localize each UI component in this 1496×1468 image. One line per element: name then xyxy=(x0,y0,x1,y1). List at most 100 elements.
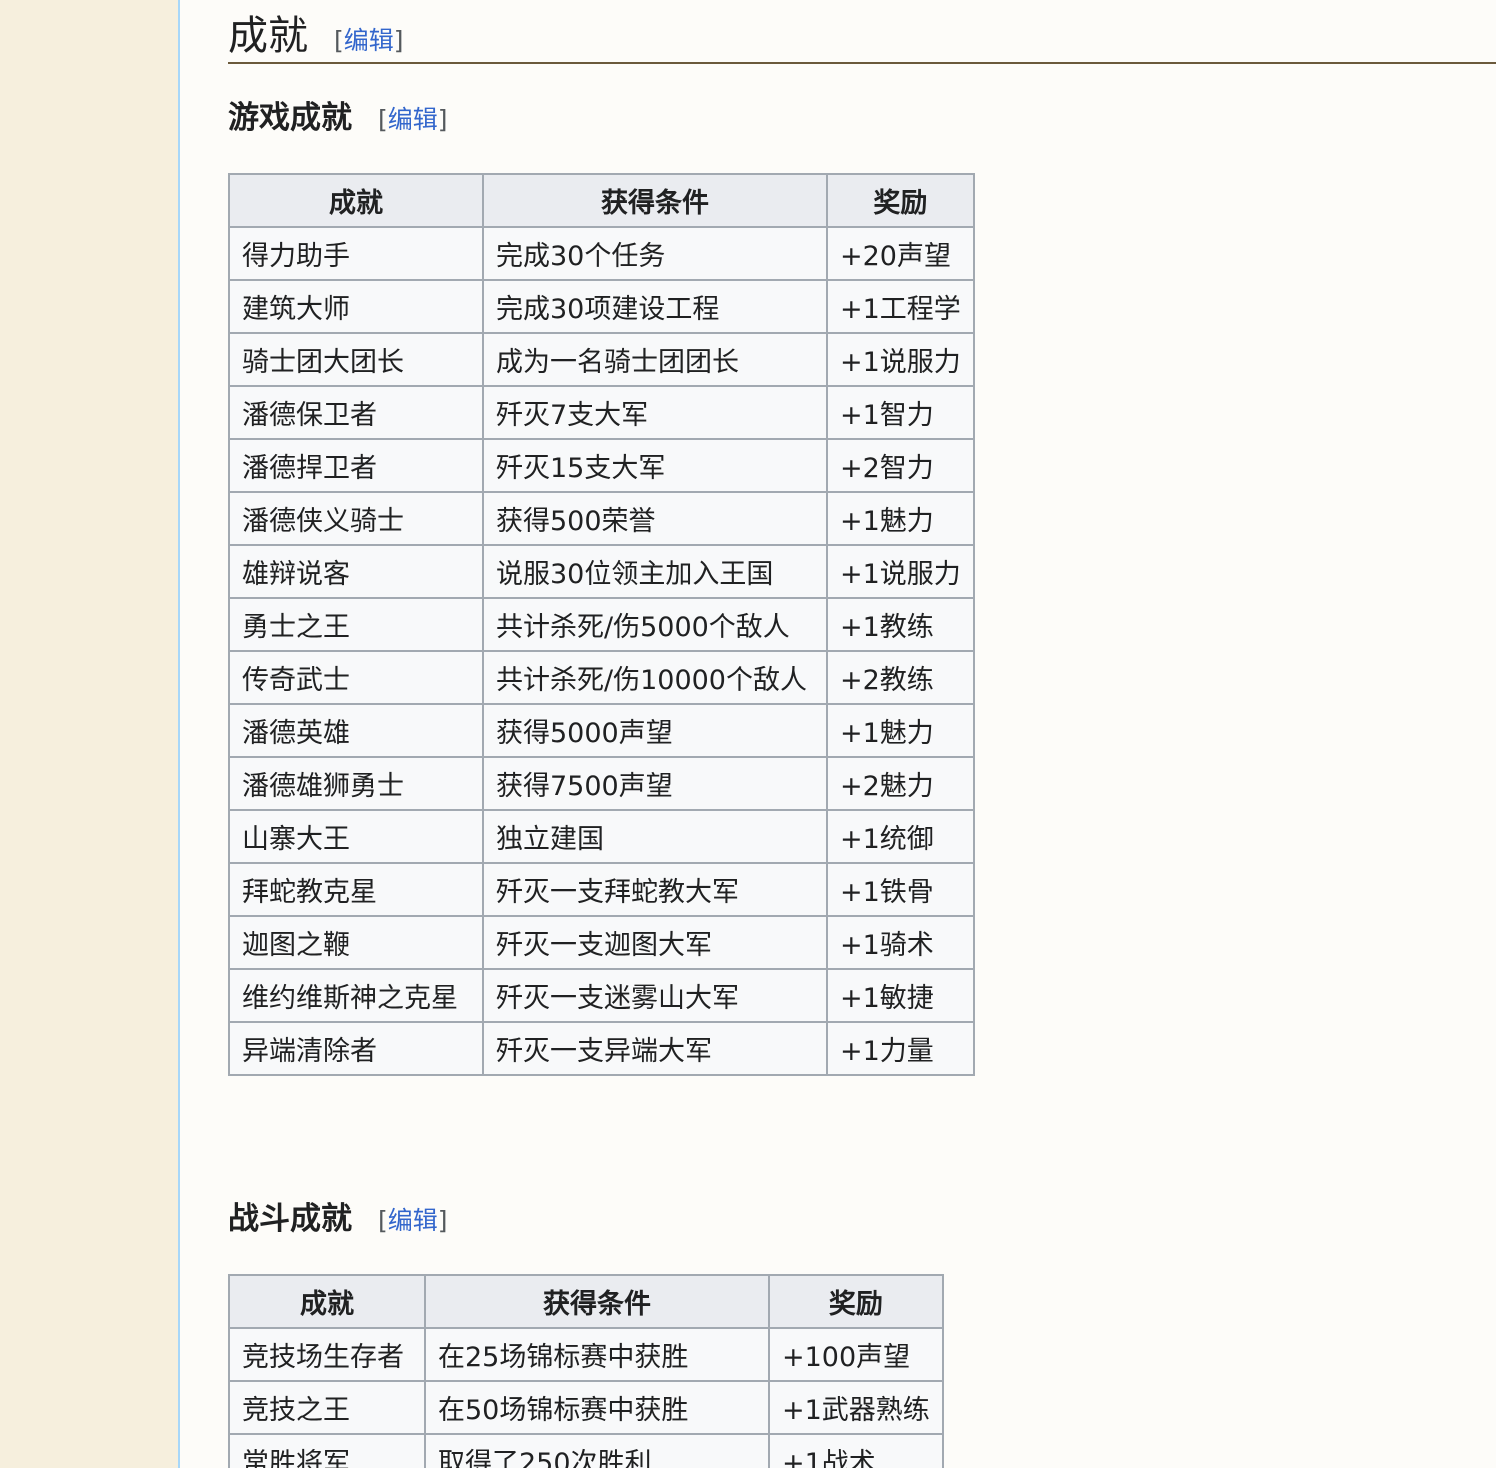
reward-cell: +1魅力 xyxy=(826,491,975,546)
achievement-cell: 传奇武士 xyxy=(228,650,484,705)
condition-cell: 获得5000声望 xyxy=(482,703,828,758)
article-content: 成就 [编辑] 游戏成就 [编辑] 成就 获得条件 奖励 得力助手 完成30个任务… xyxy=(178,0,1496,1468)
condition-cell: 歼灭一支拜蛇教大军 xyxy=(482,862,828,917)
achievement-cell: 迦图之鞭 xyxy=(228,915,484,970)
achievement-cell: 维约维斯神之克星 xyxy=(228,968,484,1023)
reward-cell: +1教练 xyxy=(826,597,975,652)
table-row: 竞技场生存者 在25场锦标赛中获胜 +100声望 xyxy=(228,1327,944,1382)
battle-achievements-table: 成就 获得条件 奖励 竞技场生存者 在25场锦标赛中获胜 +100声望 竞技之王 在5… xyxy=(228,1274,944,1468)
reward-cell: +2智力 xyxy=(826,438,975,493)
edit-link[interactable]: 编辑 xyxy=(344,26,394,55)
condition-cell: 共计杀死/伤5000个敌人 xyxy=(482,597,828,652)
subsection-heading-battle-achievements: 战斗成就 [编辑] xyxy=(228,1199,448,1239)
condition-cell: 独立建国 xyxy=(482,809,828,864)
edit-section-link-wrapper: [编辑] xyxy=(378,1206,448,1235)
column-header-achievement: 成就 xyxy=(228,1274,426,1329)
condition-cell: 完成30个任务 xyxy=(482,226,828,281)
achievement-cell: 潘德侠义骑士 xyxy=(228,491,484,546)
reward-cell: +1敏捷 xyxy=(826,968,975,1023)
table-row: 潘德英雄 获得5000声望 +1魅力 xyxy=(228,703,975,758)
reward-cell: +1骑术 xyxy=(826,915,975,970)
table-row: 拜蛇教克星 歼灭一支拜蛇教大军 +1铁骨 xyxy=(228,862,975,917)
condition-cell: 在25场锦标赛中获胜 xyxy=(424,1327,770,1382)
column-header-condition: 获得条件 xyxy=(482,173,828,228)
table-row: 潘德捍卫者 歼灭15支大军 +2智力 xyxy=(228,438,975,493)
reward-cell: +1智力 xyxy=(826,385,975,440)
edit-section-link-wrapper: [编辑] xyxy=(378,105,448,134)
table-row: 迦图之鞭 歼灭一支迦图大军 +1骑术 xyxy=(228,915,975,970)
reward-cell: +1力量 xyxy=(826,1021,975,1076)
table-row: 得力助手 完成30个任务 +20声望 xyxy=(228,226,975,281)
column-header-reward: 奖励 xyxy=(826,173,975,228)
condition-cell: 歼灭一支迦图大军 xyxy=(482,915,828,970)
edit-section-link-wrapper: [编辑] xyxy=(334,26,404,55)
table-row: 潘德雄狮勇士 获得7500声望 +2魅力 xyxy=(228,756,975,811)
condition-cell: 获得500荣誉 xyxy=(482,491,828,546)
reward-cell: +2魅力 xyxy=(826,756,975,811)
achievement-cell: 潘德保卫者 xyxy=(228,385,484,440)
reward-cell: +100声望 xyxy=(768,1327,944,1382)
game-achievements-table: 成就 获得条件 奖励 得力助手 完成30个任务 +20声望 建筑大师 完成30项建设工… xyxy=(228,173,975,1076)
achievement-cell: 勇士之王 xyxy=(228,597,484,652)
table-row: 竞技之王 在50场锦标赛中获胜 +1武器熟练 xyxy=(228,1380,944,1435)
condition-cell: 歼灭一支异端大军 xyxy=(482,1021,828,1076)
table-row: 潘德保卫者 歼灭7支大军 +1智力 xyxy=(228,385,975,440)
reward-cell: +1魅力 xyxy=(826,703,975,758)
column-header-reward: 奖励 xyxy=(768,1274,944,1329)
achievement-cell: 建筑大师 xyxy=(228,279,484,334)
reward-cell: +1武器熟练 xyxy=(768,1380,944,1435)
edit-link[interactable]: 编辑 xyxy=(388,105,438,134)
achievement-cell: 雄辩说客 xyxy=(228,544,484,599)
reward-cell: +1战术 xyxy=(768,1433,944,1468)
table-row: 传奇武士 共计杀死/伤10000个敌人 +2教练 xyxy=(228,650,975,705)
reward-cell: +1统御 xyxy=(826,809,975,864)
table-row: 异端清除者 歼灭一支异端大军 +1力量 xyxy=(228,1021,975,1076)
table-row: 建筑大师 完成30项建设工程 +1工程学 xyxy=(228,279,975,334)
achievement-cell: 山寨大王 xyxy=(228,809,484,864)
reward-cell: +1说服力 xyxy=(826,544,975,599)
table-row: 雄辩说客 说服30位领主加入王国 +1说服力 xyxy=(228,544,975,599)
achievement-cell: 拜蛇教克星 xyxy=(228,862,484,917)
column-header-achievement: 成就 xyxy=(228,173,484,228)
table-row: 潘德侠义骑士 获得500荣誉 +1魅力 xyxy=(228,491,975,546)
edit-link[interactable]: 编辑 xyxy=(388,1206,438,1235)
subsection-heading-game-achievements: 游戏成就 [编辑] xyxy=(228,98,448,138)
achievement-cell: 得力助手 xyxy=(228,226,484,281)
condition-cell: 取得了250次胜利 xyxy=(424,1433,770,1468)
achievement-cell: 潘德雄狮勇士 xyxy=(228,756,484,811)
condition-cell: 获得7500声望 xyxy=(482,756,828,811)
reward-cell: +1说服力 xyxy=(826,332,975,387)
section-heading-achievements: 成就 [编辑] xyxy=(228,0,1496,64)
achievement-cell: 潘德英雄 xyxy=(228,703,484,758)
table-row: 骑士团大团长 成为一名骑士团团长 +1说服力 xyxy=(228,332,975,387)
table-row: 常胜将军 取得了250次胜利 +1战术 xyxy=(228,1433,944,1468)
achievement-cell: 竞技之王 xyxy=(228,1380,426,1435)
table-header-row: 成就 获得条件 奖励 xyxy=(228,173,975,228)
condition-cell: 成为一名骑士团团长 xyxy=(482,332,828,387)
reward-cell: +2教练 xyxy=(826,650,975,705)
condition-cell: 在50场锦标赛中获胜 xyxy=(424,1380,770,1435)
achievement-cell: 潘德捍卫者 xyxy=(228,438,484,493)
condition-cell: 歼灭一支迷雾山大军 xyxy=(482,968,828,1023)
condition-cell: 歼灭15支大军 xyxy=(482,438,828,493)
condition-cell: 完成30项建设工程 xyxy=(482,279,828,334)
table-row: 勇士之王 共计杀死/伤5000个敌人 +1教练 xyxy=(228,597,975,652)
achievement-cell: 常胜将军 xyxy=(228,1433,426,1468)
reward-cell: +1铁骨 xyxy=(826,862,975,917)
section-heading-text: 成就 xyxy=(228,13,308,59)
achievement-cell: 骑士团大团长 xyxy=(228,332,484,387)
table-row: 山寨大王 独立建国 +1统御 xyxy=(228,809,975,864)
reward-cell: +1工程学 xyxy=(826,279,975,334)
achievement-cell: 竞技场生存者 xyxy=(228,1327,426,1382)
sidebar-panel xyxy=(0,0,178,1468)
table-row: 维约维斯神之克星 歼灭一支迷雾山大军 +1敏捷 xyxy=(228,968,975,1023)
condition-cell: 歼灭7支大军 xyxy=(482,385,828,440)
achievement-cell: 异端清除者 xyxy=(228,1021,484,1076)
condition-cell: 共计杀死/伤10000个敌人 xyxy=(482,650,828,705)
condition-cell: 说服30位领主加入王国 xyxy=(482,544,828,599)
column-header-condition: 获得条件 xyxy=(424,1274,770,1329)
subsection-heading-text: 战斗成就 xyxy=(228,1201,352,1237)
subsection-heading-text: 游戏成就 xyxy=(228,100,352,136)
table-header-row: 成就 获得条件 奖励 xyxy=(228,1274,944,1329)
reward-cell: +20声望 xyxy=(826,226,975,281)
